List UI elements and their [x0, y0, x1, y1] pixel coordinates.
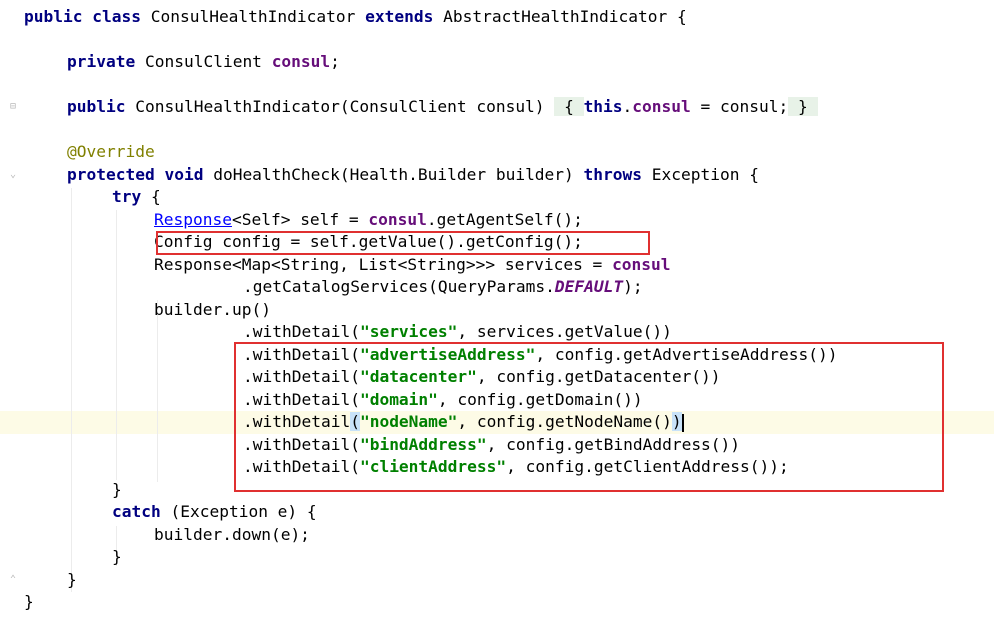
code-line[interactable]: protected void doHealthCheck(Health.Buil…	[67, 164, 759, 187]
code-text: {	[141, 187, 161, 206]
type-link[interactable]: Response	[154, 210, 232, 229]
code-line[interactable]: }	[112, 479, 122, 502]
code-text: , services.getValue())	[457, 322, 672, 341]
code-line[interactable]: catch (Exception e) {	[112, 501, 317, 524]
code-line[interactable]: }	[24, 591, 34, 614]
keyword: public	[24, 7, 83, 26]
code-line[interactable]: builder.down(e);	[154, 524, 310, 547]
field-name: consul	[632, 97, 691, 116]
string-literal: "services"	[359, 322, 458, 341]
code-line[interactable]: builder.up()	[154, 299, 271, 322]
keyword: private	[67, 52, 136, 71]
field-name: consul	[368, 210, 427, 229]
field-name: consul	[612, 255, 671, 274]
keyword: extends	[365, 7, 434, 26]
keyword: protected	[67, 165, 155, 184]
code-line[interactable]: }	[112, 546, 122, 569]
code-text: }	[112, 547, 122, 566]
class-name: ConsulHealthIndicator	[150, 7, 356, 26]
constant: DEFAULT	[554, 277, 624, 296]
field-name: consul	[271, 52, 331, 71]
code-line[interactable]: try {	[112, 186, 161, 209]
highlight-box-config	[156, 231, 650, 255]
code-text: .getAgentSelf();	[426, 210, 583, 229]
constructor-signature: ConsulHealthIndicator(ConsulClient consu…	[135, 97, 545, 116]
folded-region[interactable]: }	[788, 97, 818, 116]
code-line[interactable]: .withDetail("services", services.getValu…	[243, 321, 672, 344]
fold-marker-icon[interactable]: ⌃	[10, 574, 20, 586]
code-line[interactable]: Response<Map<String, List<String>>> serv…	[154, 254, 671, 277]
brace: {	[677, 7, 687, 26]
indent-guide	[157, 300, 158, 482]
keyword: class	[92, 7, 141, 26]
code-line[interactable]: Response<Self> self = consul.getAgentSel…	[154, 209, 583, 232]
code-text: Exception {	[651, 165, 759, 184]
fold-marker-icon[interactable]: ⊟	[10, 101, 20, 113]
code-line[interactable]: @Override	[67, 141, 155, 164]
keyword: throws	[583, 165, 643, 184]
brace: {	[564, 97, 574, 116]
brace: }	[798, 97, 808, 116]
code-line[interactable]: public class ConsulHealthIndicator exten…	[24, 6, 687, 29]
code-text: }	[67, 570, 77, 589]
code-text: <Self> self =	[231, 210, 369, 229]
keyword: void	[164, 165, 204, 184]
code-text: );	[623, 277, 643, 296]
keyword: this	[583, 97, 623, 116]
code-line[interactable]: .getCatalogServices(QueryParams.DEFAULT)…	[243, 276, 643, 299]
fold-marker-icon[interactable]: ⌄	[10, 169, 20, 181]
type-name: ConsulClient	[144, 52, 262, 71]
folded-region[interactable]: {	[554, 97, 584, 116]
parent-class: AbstractHealthIndicator	[443, 7, 668, 26]
keyword: try	[112, 187, 142, 206]
code-text: .getCatalogServices(QueryParams.	[243, 277, 555, 296]
gutter: ⊟ ⌄ ⌃	[0, 0, 20, 617]
code-text: .withDetail(	[243, 322, 360, 341]
highlight-box-details	[234, 342, 944, 492]
code-text: (Exception e) {	[160, 502, 317, 521]
keyword: catch	[112, 502, 161, 521]
keyword: public	[67, 97, 126, 116]
method-signature: doHealthCheck(Health.Builder builder)	[213, 165, 574, 184]
code-text: }	[112, 480, 122, 499]
annotation: @Override	[67, 142, 155, 161]
code-line[interactable]: }	[67, 569, 77, 592]
code-text: }	[24, 592, 34, 611]
indent-guide	[71, 188, 72, 592]
punctuation: .	[622, 97, 633, 116]
code-text: builder.down(e);	[154, 525, 310, 544]
code-text: = consul;	[690, 97, 789, 116]
punctuation: ;	[330, 52, 340, 71]
code-text: Response<Map<String, List<String>>> serv…	[154, 255, 613, 274]
code-line[interactable]: public ConsulHealthIndicator(ConsulClien…	[67, 96, 818, 119]
code-text: builder.up()	[154, 300, 271, 319]
indent-guide	[116, 210, 117, 480]
code-editor[interactable]: ⊟ ⌄ ⌃ public class ConsulHealthIndicator…	[0, 0, 994, 617]
code-line[interactable]: private ConsulClient consul;	[67, 51, 340, 74]
